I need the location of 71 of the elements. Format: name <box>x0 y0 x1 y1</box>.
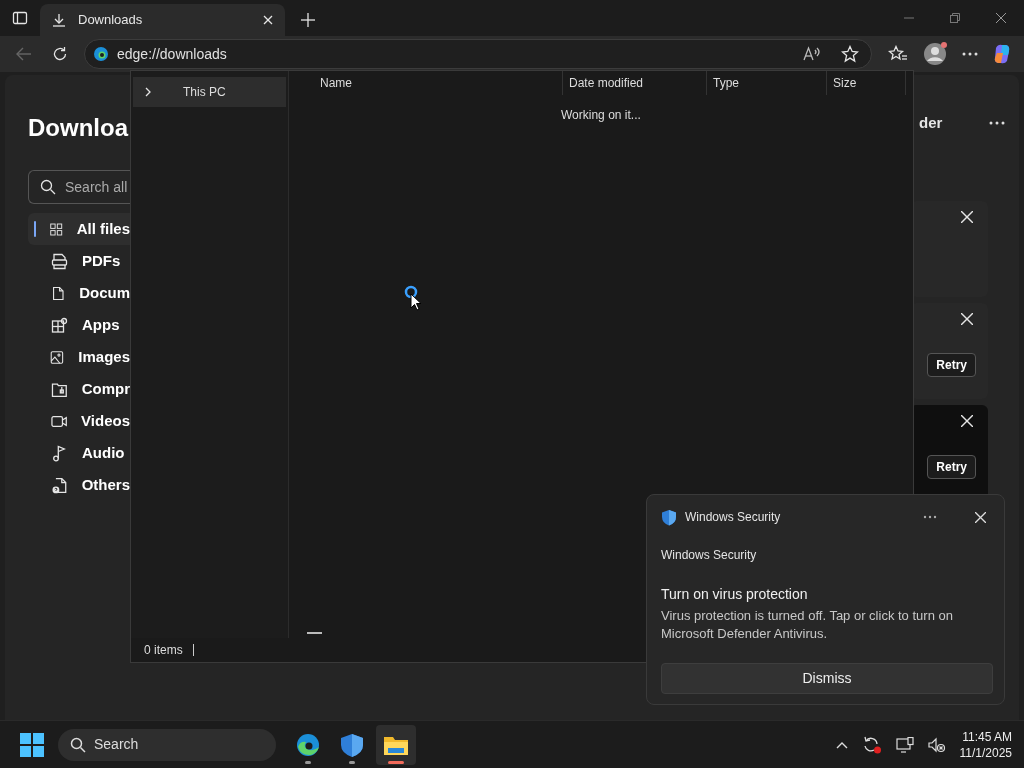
unknown-file-icon <box>50 476 68 494</box>
nav-item[interactable]: Docum <box>28 277 130 309</box>
nav-item[interactable]: Apps <box>28 309 130 341</box>
item-count: 0 items <box>144 642 183 659</box>
nav-item[interactable]: Others <box>28 469 130 501</box>
chevron-right-icon[interactable] <box>143 87 153 97</box>
document-icon <box>50 284 66 302</box>
page-title: Downloa <box>28 113 130 143</box>
taskbar-app[interactable] <box>376 724 416 765</box>
nav-item[interactable]: All files <box>28 213 130 245</box>
search-icon <box>40 179 56 195</box>
dismiss-button[interactable]: Dismiss <box>661 663 993 694</box>
archive-folder-icon <box>50 380 68 398</box>
more-icon[interactable] <box>989 121 1005 125</box>
more-icon[interactable] <box>923 515 937 519</box>
star-icon[interactable] <box>841 45 859 63</box>
column-header[interactable]: Type <box>706 71 826 95</box>
restore-icon[interactable] <box>950 13 960 23</box>
printer-icon <box>51 252 68 270</box>
loading-spinner-icon <box>404 285 418 299</box>
tab-actions-icon[interactable] <box>12 10 28 26</box>
profile-avatar-icon[interactable] <box>922 41 948 67</box>
search-field[interactable]: Search all <box>28 170 130 204</box>
notification-title: Turn on virus protection <box>661 585 809 604</box>
nav-item[interactable]: Images <box>28 341 130 373</box>
mouse-cursor-icon <box>410 293 422 311</box>
nav-item[interactable]: Audio <box>28 437 130 469</box>
back-icon[interactable] <box>16 46 32 62</box>
retry-button[interactable]: Retry <box>927 455 976 479</box>
nav-item[interactable]: PDFs <box>28 245 130 277</box>
tree-item[interactable]: This PC <box>133 77 286 107</box>
favorites-icon[interactable] <box>888 45 908 63</box>
retry-button[interactable]: Retry <box>927 353 976 377</box>
scrollbar-thumb[interactable] <box>307 632 322 634</box>
search-icon <box>70 736 86 753</box>
notification-app-name: Windows Security <box>685 509 782 526</box>
browser-logo-icon <box>93 46 109 62</box>
browser-tab[interactable]: Downloads <box>40 4 285 36</box>
header-text: der <box>919 112 943 133</box>
refresh-icon[interactable] <box>52 46 68 62</box>
windows-logo-icon[interactable] <box>20 732 44 757</box>
browser-logo-icon <box>295 731 321 758</box>
sync-icon[interactable] <box>861 735 882 754</box>
clock-date[interactable]: 11/1/2025 <box>959 744 1012 761</box>
column-header[interactable]: Date modified <box>562 71 706 95</box>
apps-icon <box>51 316 68 334</box>
notification-body: Virus protection is turned off. Tap or click to turn on Microsoft Defender Antivirus. <box>661 607 954 643</box>
address-bar[interactable]: edge://downloads <box>84 39 872 69</box>
read-aloud-icon[interactable] <box>803 46 821 62</box>
notification-source: Windows Security <box>661 547 758 564</box>
new-tab-icon[interactable] <box>301 13 315 27</box>
more-icon[interactable] <box>962 52 978 56</box>
nav-item[interactable]: Compr <box>28 373 130 405</box>
music-note-icon <box>51 444 68 462</box>
image-icon <box>50 348 65 366</box>
grid-icon <box>50 220 63 238</box>
network-icon[interactable] <box>895 736 914 753</box>
loading-status-text: Working on it... <box>561 107 642 124</box>
close-icon[interactable] <box>996 13 1006 23</box>
speaker-muted-icon[interactable] <box>927 736 946 753</box>
address-text: edge://downloads <box>117 44 228 64</box>
chevron-up-icon[interactable] <box>835 740 848 749</box>
download-icon <box>52 13 66 27</box>
column-header[interactable]: Size <box>826 71 906 95</box>
shield-icon <box>339 731 365 758</box>
shield-icon <box>661 508 677 526</box>
taskbar-search[interactable]: Search <box>58 728 276 761</box>
column-header[interactable]: Name <box>289 71 562 95</box>
nav-item[interactable]: Videos <box>28 405 130 437</box>
clock-time[interactable]: 11:45 AM <box>962 728 1012 745</box>
tab-title: Downloads <box>78 11 144 30</box>
